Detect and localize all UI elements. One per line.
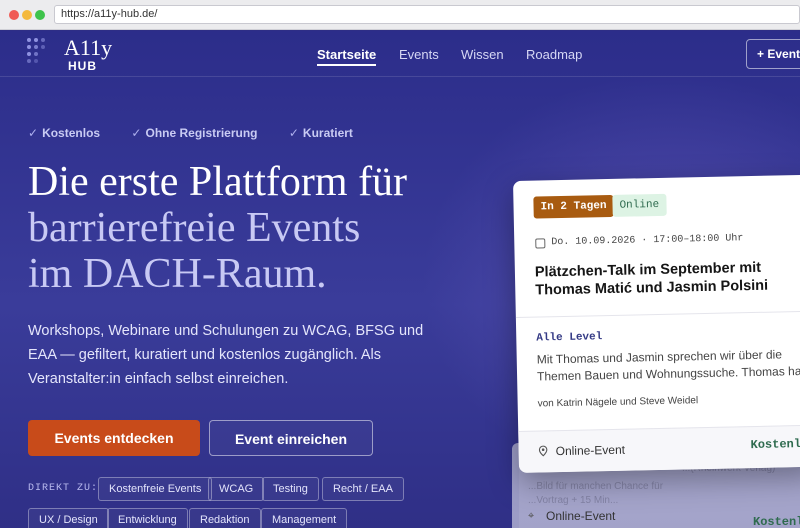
hero-checklist: ✓ Kostenlos ✓ Ohne Registrierung ✓ Kuratier… xyxy=(28,126,381,140)
event-date: Do. 10.09.2026 · 17:00–18:00 Uhr xyxy=(551,233,744,249)
event-description: Mit Thomas und Jasmin sprechen wir über … xyxy=(536,347,800,384)
event-card[interactable]: In 2 Tagen Online Do. 10.09.2026 · 17:00… xyxy=(513,174,800,473)
logo-dots-icon[interactable] xyxy=(27,38,57,68)
check-icon: ✓ xyxy=(288,126,299,140)
close-window-icon[interactable] xyxy=(9,10,19,20)
nav-wissen[interactable]: Wissen xyxy=(461,47,504,62)
logo-sub[interactable]: HUB xyxy=(68,59,97,73)
address-bar[interactable]: https://a11y-hub.de/ xyxy=(54,5,800,24)
maximize-window-icon[interactable] xyxy=(35,10,45,20)
discover-events-button[interactable]: Events entdecken xyxy=(28,420,200,456)
browser-chrome: https://a11y-hub.de/ xyxy=(0,0,800,30)
event-speakers: von Katrin Nägele und Steve Weidel xyxy=(537,395,699,410)
hero-title: Die erste Plattform für barrierefreie Ev… xyxy=(28,159,408,297)
hero-lead: Workshops, Webinare und Schulungen zu WC… xyxy=(28,323,424,387)
chip-testing[interactable]: Testing xyxy=(262,477,319,501)
nav-startseite[interactable]: Startseite xyxy=(317,47,377,66)
event-location: Online-Event xyxy=(546,509,616,523)
nav-events[interactable]: Events xyxy=(399,47,439,62)
check-item: ✓ Ohne Registrierung xyxy=(131,126,258,140)
event-location: Online-Event xyxy=(555,442,626,459)
location-pin-icon: ⌖ xyxy=(528,510,535,522)
event-price: Kostenlos xyxy=(750,436,800,453)
chip-kostenfreie-events[interactable]: Kostenfreie Events xyxy=(98,477,213,501)
badge-countdown: In 2 Tagen xyxy=(533,194,614,219)
chip-ux-design[interactable]: UX / Design xyxy=(28,508,109,528)
event-price: Kostenlos xyxy=(753,515,800,528)
top-navigation: A11y HUB Startseite Events Wissen Roadma… xyxy=(0,31,800,77)
check-item: ✓ Kostenlos xyxy=(28,126,101,140)
chip-wcag[interactable]: WCAG xyxy=(208,477,265,501)
add-event-button[interactable]: + Event xyxy=(746,39,800,69)
minimize-window-icon[interactable] xyxy=(22,10,32,20)
check-icon: ✓ xyxy=(131,126,142,140)
page: A11y HUB Startseite Events Wissen Roadma… xyxy=(0,31,800,528)
direkt-zu-label: DIREKT ZU: xyxy=(28,483,99,494)
badge-format: Online xyxy=(612,193,667,217)
calendar-icon xyxy=(535,238,546,249)
event-level: Alle Level xyxy=(536,331,603,345)
location-pin-icon xyxy=(538,445,548,457)
chip-redaktion[interactable]: Redaktion xyxy=(189,508,261,528)
chip-entwicklung[interactable]: Entwicklung xyxy=(107,508,188,528)
chip-management[interactable]: Management xyxy=(261,508,348,528)
chip-recht-eaa[interactable]: Recht / EAA xyxy=(322,477,404,501)
check-item: ✓ Kuratiert xyxy=(288,126,353,140)
logo-name[interactable]: A11y xyxy=(64,37,112,59)
nav-roadmap[interactable]: Roadmap xyxy=(526,47,582,62)
submit-event-button[interactable]: Event einreichen xyxy=(209,420,373,456)
check-icon: ✓ xyxy=(28,126,39,140)
divider xyxy=(515,310,800,318)
event-title[interactable]: Plätzchen-Talk im September mit Thomas M… xyxy=(535,258,800,300)
